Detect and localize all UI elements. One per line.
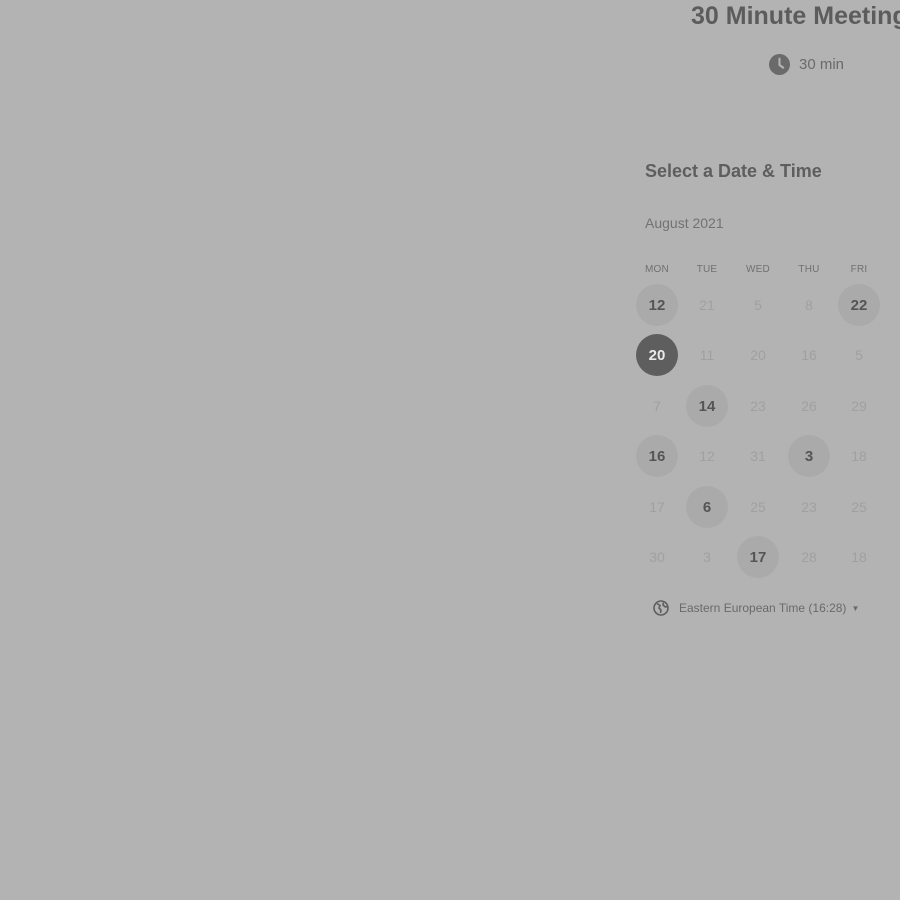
calendar-day[interactable]: 6 <box>686 486 728 528</box>
select-date-heading: Select a Date & Time <box>645 161 822 181</box>
calendar-day: 5 <box>855 347 863 363</box>
calendar-day: 8 <box>805 297 813 313</box>
calendar-day: 26 <box>801 398 817 414</box>
month-label: August 2021 <box>645 215 724 231</box>
scheduling-page: 30 Minute Meeting 30 min Select a Date &… <box>0 0 900 900</box>
calendar-day[interactable]: 20 <box>636 334 678 376</box>
duration-label: 30 min <box>799 56 845 73</box>
calendar-day: 20 <box>750 347 766 363</box>
weekday-thu: THU <box>798 264 820 275</box>
timezone-selector[interactable]: Eastern European Time (16:28) ▼ <box>653 600 859 616</box>
calendar-day: 28 <box>801 549 817 565</box>
caret-down-icon: ▼ <box>851 603 860 613</box>
clock-icon <box>769 54 790 75</box>
calendar-day: 21 <box>699 297 715 313</box>
calendar-day[interactable]: 3 <box>788 435 830 477</box>
calendar-day[interactable]: 12 <box>636 284 678 326</box>
timezone-label: Eastern European Time (16:28) <box>679 601 847 615</box>
event-duration: 30 min <box>769 54 844 75</box>
calendar-day[interactable]: 22 <box>838 284 880 326</box>
calendar-day: 25 <box>851 499 867 515</box>
calendar-day: 7 <box>653 398 661 414</box>
calendar-day: 5 <box>754 297 762 313</box>
weekday-wed: WED <box>746 264 770 275</box>
calendar-day: 11 <box>699 347 715 363</box>
weekday-tue: TUE <box>696 264 718 275</box>
calendar-day: 18 <box>851 549 867 565</box>
calendar-day: 29 <box>851 398 867 414</box>
calendar-day: 16 <box>801 347 817 363</box>
weekday-fri: FRI <box>850 264 868 275</box>
calendar-day: 23 <box>801 499 817 515</box>
weekday-mon: MON <box>645 264 669 275</box>
calendar-day: 3 <box>703 549 711 565</box>
calendar-day[interactable]: 14 <box>686 385 728 427</box>
event-title: 30 Minute Meeting <box>691 2 900 30</box>
calendar-day: 25 <box>750 499 766 515</box>
calendar-day: 18 <box>851 448 867 464</box>
calendar-day: 12 <box>699 448 715 464</box>
calendar-day[interactable]: 17 <box>737 536 779 578</box>
calendar-day[interactable]: 16 <box>636 435 678 477</box>
calendar-day: 17 <box>649 499 665 515</box>
calendar-day: 31 <box>750 448 766 464</box>
calendar-day: 30 <box>649 549 665 565</box>
globe-icon <box>653 600 669 616</box>
calendar-day: 23 <box>750 398 766 414</box>
